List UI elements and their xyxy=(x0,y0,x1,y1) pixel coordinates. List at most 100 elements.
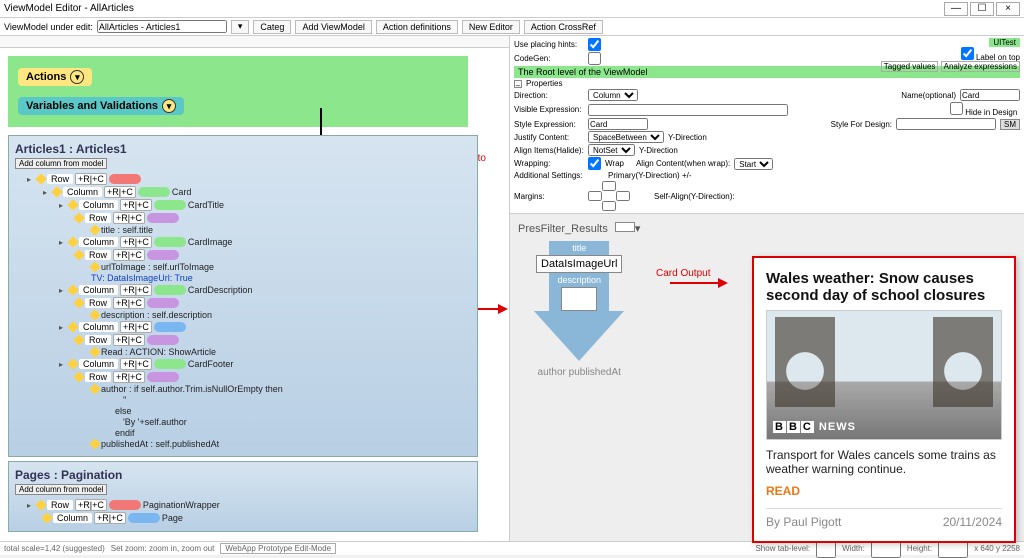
tree-tv-dataisimageurl: TV: DataIsImageUrl: True xyxy=(15,273,471,283)
aligncontent-select[interactable]: Start xyxy=(734,158,773,170)
codegen-label: CodeGen: xyxy=(514,54,584,63)
add-column-button-2[interactable]: Add column from model xyxy=(15,484,107,495)
annotation-card-output: Card Output xyxy=(656,268,710,279)
card-author: By Paul Pigott xyxy=(766,515,841,529)
status-height: Height: xyxy=(907,544,932,553)
card-output: Wales weather: Snow causes second day of… xyxy=(752,256,1016,543)
ruler xyxy=(0,36,509,48)
status-showtab: Show tab-level: xyxy=(755,544,810,553)
tree-col-read[interactable]: ▸Column+R|+C xyxy=(15,321,471,333)
tree-col-card[interactable]: ▸Column+R|+CCard xyxy=(15,186,471,198)
use-placing-hints-check[interactable] xyxy=(588,38,601,51)
margin-right-input[interactable] xyxy=(616,191,630,201)
preview-title-label: title xyxy=(572,243,586,253)
tree-leaf-author-if[interactable]: author : if self.author.Trim.isNullOrEmp… xyxy=(15,384,471,394)
tree-row-footer[interactable]: Row+R|+C xyxy=(15,371,471,383)
visexpr-input[interactable] xyxy=(588,104,788,116)
tree-row-desc[interactable]: Row+R|+C xyxy=(15,297,471,309)
tree-leaf-read[interactable]: Read : ACTION: ShowArticle xyxy=(15,347,471,357)
tree-col-cardfooter[interactable]: ▸Column+R|+CCardFooter xyxy=(15,358,471,370)
use-placing-hints-label: Use placing hints: xyxy=(514,40,584,49)
tree-col-page[interactable]: Column+R|+CPage xyxy=(15,512,471,524)
bbc-news-logo: BBC NEWS xyxy=(773,421,857,433)
justify-select[interactable]: SpaceBetween xyxy=(588,131,664,143)
read-link[interactable]: READ xyxy=(766,484,1002,498)
properties-label[interactable]: Properties xyxy=(526,79,562,88)
tree-row-pag[interactable]: ▸Row+R|+CPaginationWrapper xyxy=(15,499,471,511)
tree-row-image[interactable]: Row+R|+C xyxy=(15,249,471,261)
styleexpr-label: Style Expression: xyxy=(514,120,584,129)
status-totalscale: total scale=1,42 (suggested) xyxy=(4,544,105,553)
add-viewmodel-button[interactable]: Add ViewModel xyxy=(295,20,371,34)
tree-row-read[interactable]: Row+R|+C xyxy=(15,334,471,346)
tree-leaf-author-else: else xyxy=(15,406,471,416)
presfilter-title: PresFilter_Results ▾ xyxy=(518,222,640,235)
margin-left-input[interactable] xyxy=(588,191,602,201)
pages-title: Pages : Pagination xyxy=(15,468,471,482)
tree-col-cardimage[interactable]: ▸Column+R|+CCardImage xyxy=(15,236,471,248)
tree-leaf-author-empty: '' xyxy=(15,395,471,405)
vm-under-edit-label: ViewModel under edit: xyxy=(4,22,93,32)
styledesign-label: Style For Design: xyxy=(831,120,892,129)
preview-dataisimageurl: DataIsImageUrl xyxy=(536,255,622,273)
tree-leaf-author-by: 'By '+self.author xyxy=(15,417,471,427)
status-proto[interactable]: WebApp Prototype Edit-Mode xyxy=(220,543,336,554)
categ-button[interactable]: Categ xyxy=(253,20,291,34)
tree-col-carddescription[interactable]: ▸Column+R|+CCardDescription xyxy=(15,284,471,296)
nameopt-input[interactable] xyxy=(960,89,1020,101)
preview-arrow-down: title DataIsImageUrl description xyxy=(534,241,624,361)
tree-row-title[interactable]: Row+R|+C xyxy=(15,212,471,224)
direction-select[interactable]: Column xyxy=(588,89,638,101)
minimize-button[interactable]: — xyxy=(944,2,968,16)
margin-bottom-input[interactable] xyxy=(602,201,616,211)
card-date: 20/11/2024 xyxy=(943,515,1002,529)
alignitems-select[interactable]: NotSet xyxy=(588,144,635,156)
tree-leaf-author-endif: endif xyxy=(15,428,471,438)
wrapping-label: Wrapping: xyxy=(514,159,584,168)
new-editor-button[interactable]: New Editor xyxy=(462,20,520,34)
close-button[interactable]: × xyxy=(996,2,1020,16)
ydir-label: Y-Direction xyxy=(668,133,707,142)
preview-footer-labels: author publishedAt xyxy=(518,367,640,378)
aligncontent-label: Align Content(when wrap): xyxy=(636,159,730,168)
tree-leaf-publishedat[interactable]: publishedAt : self.publishedAt xyxy=(15,439,471,449)
actions-chip[interactable]: Actions▾ xyxy=(18,68,92,86)
maximize-button[interactable]: ☐ xyxy=(970,2,994,16)
status-zoom[interactable]: Set zoom: zoom in, zoom out xyxy=(111,544,215,553)
status-dims: x 640 y 2258 xyxy=(974,544,1020,553)
tree-leaf-description[interactable]: description : self.description xyxy=(15,310,471,320)
margin-top-input[interactable] xyxy=(602,181,616,191)
visexpr-label: Visible Expression: xyxy=(514,105,584,114)
action-definitions-button[interactable]: Action definitions xyxy=(376,20,458,34)
articles-title: Articles1 : Articles1 xyxy=(15,142,471,156)
vm-name-input[interactable] xyxy=(97,20,227,33)
variables-validations-chip[interactable]: Variables and Validations▾ xyxy=(18,97,184,115)
ydir-label-2: Y-Direction xyxy=(639,146,678,155)
nameopt-label: Name(optional) xyxy=(901,91,956,100)
alignitems-label: Align Items(Halide): xyxy=(514,146,584,155)
styledesign-input[interactable] xyxy=(896,118,996,130)
tree-col-cardtitle[interactable]: ▸Column+R|+CCardTitle xyxy=(15,199,471,211)
styleexpr-input[interactable] xyxy=(588,118,648,130)
tree-leaf-title[interactable]: title : self.title xyxy=(15,225,471,235)
card-image: BBC NEWS xyxy=(766,310,1002,440)
arrow-card-output xyxy=(670,282,720,284)
sm-button[interactable]: SM xyxy=(1000,119,1020,130)
analyze-expressions-button[interactable]: Analyze expressions xyxy=(941,61,1020,72)
card-description: Transport for Wales cancels some trains … xyxy=(766,448,1002,476)
add-column-button[interactable]: Add column from model xyxy=(15,158,107,169)
tree-row-root[interactable]: ▸Row+R|+C xyxy=(15,173,471,185)
dropdown-button[interactable]: ▾ xyxy=(231,20,250,34)
codegen-check[interactable] xyxy=(588,52,601,65)
wrap-check[interactable] xyxy=(588,157,601,170)
justify-label: Justify Content: xyxy=(514,133,584,142)
green-panel: Actions▾ Variables and Validations▾ xyxy=(8,56,468,127)
addsettings-label: Additional Settings: xyxy=(514,171,584,180)
tagged-values-button[interactable]: Tagged values xyxy=(881,61,939,72)
action-crossref-button[interactable]: Action CrossRef xyxy=(524,20,603,34)
margins-label: Margins: xyxy=(514,192,584,201)
hide-design-check[interactable]: Hide in Design xyxy=(950,102,1020,117)
pages-box: Pages : Pagination Add column from model… xyxy=(8,461,478,532)
uitest-button[interactable]: UITest xyxy=(989,38,1020,47)
tree-leaf-urltoimage[interactable]: urlToImage : self.urlToImage xyxy=(15,262,471,272)
